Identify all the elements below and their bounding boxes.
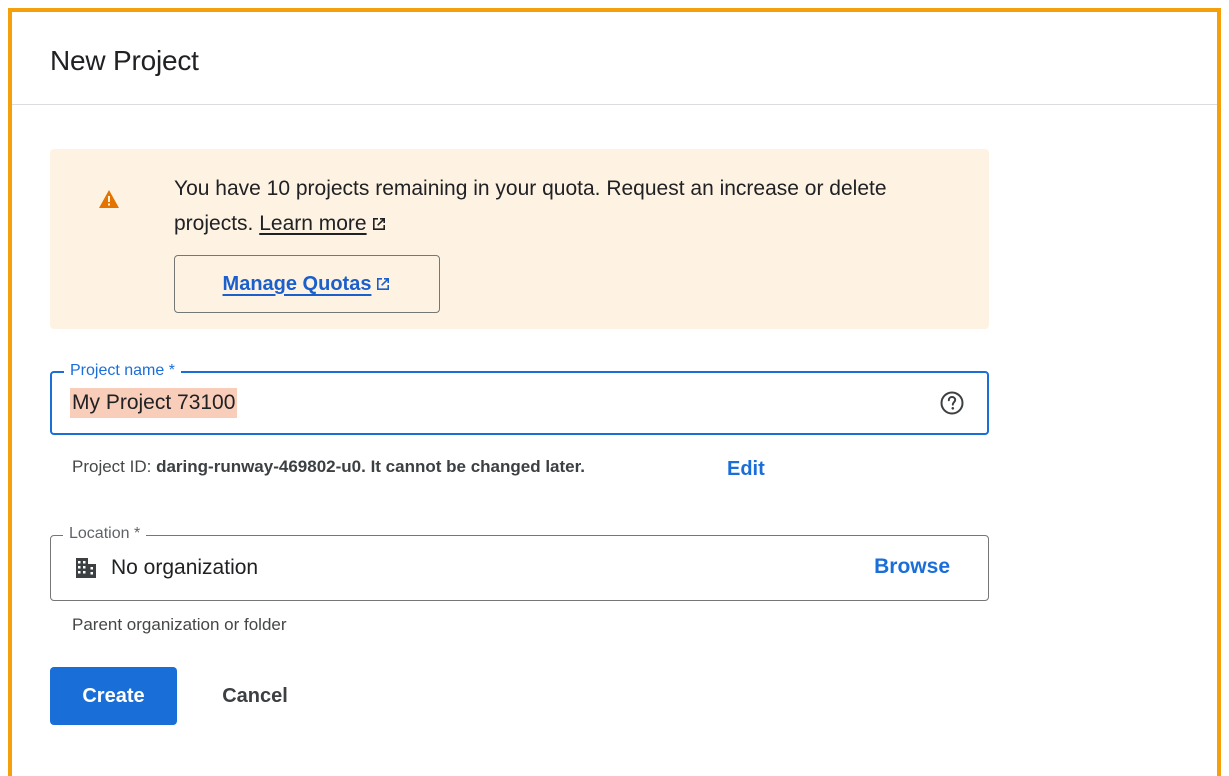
location-value: No organization [111, 556, 259, 579]
help-circle-icon[interactable] [939, 390, 965, 416]
project-id-suffix: It cannot be changed later. [370, 457, 586, 476]
cancel-button[interactable]: Cancel [198, 667, 312, 725]
external-link-icon [377, 278, 390, 290]
edit-project-id-button[interactable]: Edit [727, 458, 765, 481]
location-label: Location * [63, 523, 147, 545]
building-icon [76, 558, 96, 578]
dialog-header: New Project [12, 12, 1217, 105]
project-id-prefix: Project ID: [72, 457, 152, 476]
quota-alert-text: You have 10 projects remaining in your q… [174, 171, 954, 241]
browse-button[interactable]: Browse [874, 555, 950, 579]
external-link-icon [372, 218, 385, 230]
location-helper-text: Parent organization or folder [72, 615, 287, 634]
dialog-title: New Project [50, 45, 199, 76]
warning-icon [99, 190, 119, 208]
location-field[interactable]: Location * No organization Browse [50, 523, 989, 601]
project-id-text: Project ID: daring-runway-469802-u0. It … [72, 455, 585, 479]
manage-quotas-button[interactable]: Manage Quotas [174, 255, 440, 313]
dialog-frame: New Project You have 10 projects remaini… [8, 8, 1221, 776]
project-name-label: Project name * [64, 360, 181, 382]
project-name-input[interactable]: My Project 73100 [70, 388, 238, 418]
learn-more-link[interactable]: Learn more [259, 212, 366, 235]
project-name-field[interactable]: Project name * My Project 73100 [50, 360, 989, 435]
quota-alert: You have 10 projects remaining in your q… [50, 149, 989, 329]
manage-quotas-label: Manage Quotas [222, 272, 372, 295]
create-button[interactable]: Create [50, 667, 177, 725]
project-id-value: daring-runway-469802-u0. [156, 457, 366, 476]
